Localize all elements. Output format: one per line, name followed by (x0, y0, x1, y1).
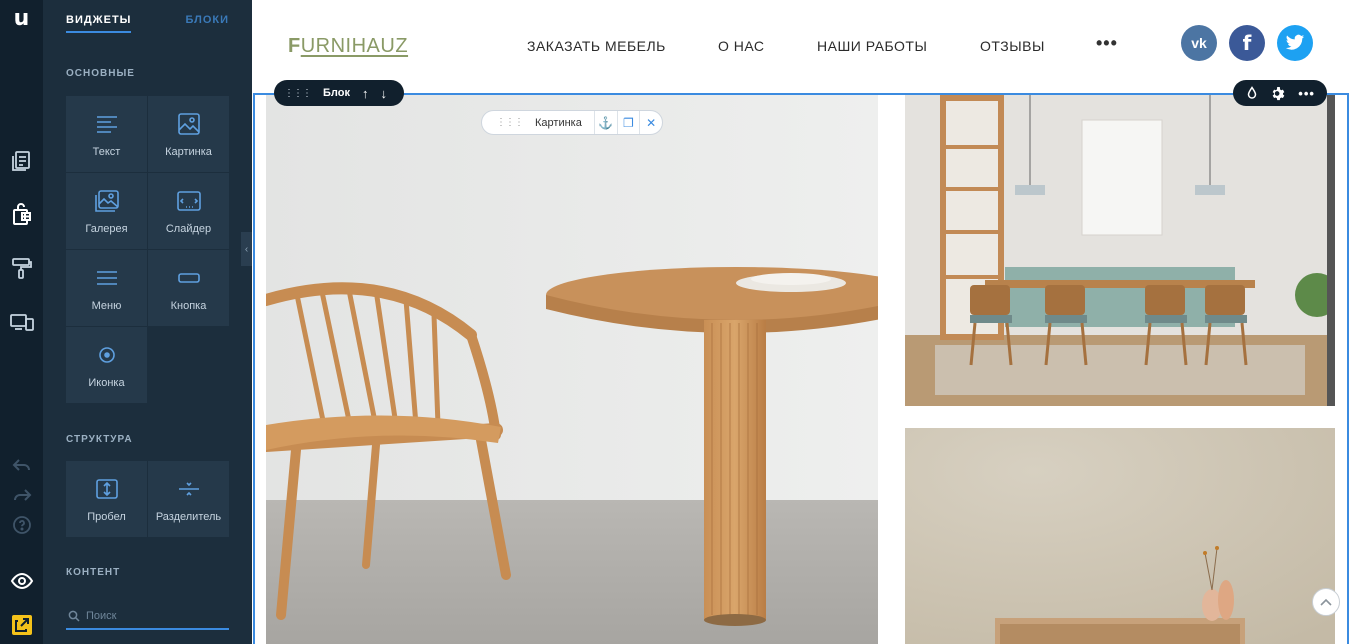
help-icon[interactable] (9, 512, 35, 538)
block-toolbar: ⋮⋮⋮ Блок ↑ ↓ (274, 80, 404, 106)
widget-label: Картинка (165, 146, 212, 158)
menu-icon (96, 271, 117, 285)
widget-label: Слайдер (165, 223, 212, 235)
site-logo-text: URNIHAUZ (300, 35, 409, 57)
button-icon (177, 273, 200, 283)
widget-label: Меню (91, 300, 122, 312)
widget-image[interactable]: Картинка (148, 96, 229, 172)
widget-label: Кнопка (170, 300, 207, 312)
nav-about[interactable]: О НАС (718, 38, 765, 54)
image-widget-label: Картинка (535, 116, 582, 129)
drag-handle-icon[interactable]: ⋮⋮⋮ (284, 88, 312, 99)
widget-gallery[interactable]: Галерея (66, 173, 147, 249)
widget-icon[interactable]: Иконка (66, 327, 147, 403)
tab-blocks[interactable]: БЛОКИ (185, 14, 229, 26)
editor-app: u ВИДЖЕТЫ БЛОКИ ОСНОВНЫЕ Текст Картинка … (0, 0, 1351, 644)
section-content-title: КОНТЕНТ (66, 567, 121, 578)
block-label: Блок (323, 87, 350, 99)
nav-reviews[interactable]: ОТЗЫВЫ (980, 38, 1045, 54)
widgets-icon[interactable] (9, 201, 35, 227)
widget-label: Текст (92, 146, 121, 158)
search-placeholder: Поиск (86, 610, 117, 622)
chevron-up-icon (1320, 598, 1332, 606)
app-logo[interactable]: u (0, 6, 43, 31)
section-structure-title: СТРУКТУРА (66, 434, 133, 445)
left-rail: u (0, 0, 43, 644)
vk-icon[interactable]: vk (1181, 25, 1217, 61)
widget-text[interactable]: Текст (66, 96, 147, 172)
widget-label: Разделитель (155, 511, 222, 523)
panel-tabs: ВИДЖЕТЫ БЛОКИ (66, 14, 229, 36)
anchor-icon[interactable]: ⚓ (593, 111, 617, 134)
scroll-to-top-button[interactable] (1312, 588, 1340, 616)
search-icon (68, 610, 80, 622)
nav-more-button[interactable]: ••• (1096, 33, 1118, 54)
widgets-panel: ВИДЖЕТЫ БЛОКИ ОСНОВНЫЕ Текст Картинка Га… (43, 0, 252, 644)
search-input[interactable]: Поиск (66, 604, 229, 630)
nav-our-works[interactable]: НАШИ РАБОТЫ (817, 38, 927, 54)
design-icon[interactable] (9, 255, 35, 281)
widget-divider[interactable]: Разделитель (148, 461, 229, 537)
more-options-icon[interactable]: ••• (1298, 86, 1315, 101)
move-up-icon[interactable]: ↑ (362, 86, 369, 101)
nav-order-furniture[interactable]: ЗАКАЗАТЬ МЕБЕЛЬ (527, 38, 666, 54)
text-icon (96, 116, 117, 133)
pages-icon[interactable] (9, 148, 35, 174)
devices-icon[interactable] (9, 309, 35, 335)
widget-spacer[interactable]: Пробел (66, 461, 147, 537)
close-icon[interactable]: ✕ (639, 111, 662, 134)
tab-widgets[interactable]: ВИДЖЕТЫ (66, 14, 132, 33)
twitter-icon[interactable] (1277, 25, 1313, 61)
duplicate-icon[interactable]: ❐ (616, 111, 640, 134)
facebook-icon[interactable]: f (1229, 25, 1265, 61)
section-basic-title: ОСНОВНЫЕ (66, 68, 135, 79)
image-widget-toolbar: ⋮⋮⋮ Картинка ⚓ ❐ ✕ (481, 110, 663, 135)
color-drop-icon[interactable] (1245, 86, 1259, 100)
gallery-icon (94, 190, 119, 212)
move-down-icon[interactable]: ↓ (380, 86, 387, 101)
image-drag-handle-icon[interactable]: ⋮⋮⋮ (496, 117, 524, 128)
widget-menu[interactable]: Меню (66, 250, 147, 326)
widget-label: Галерея (85, 223, 128, 235)
widget-button[interactable]: Кнопка (148, 250, 229, 326)
site-logo[interactable]: FURNIHAUZ (288, 35, 408, 58)
widget-label: Иконка (88, 377, 125, 389)
publish-icon[interactable] (9, 612, 35, 638)
gear-icon[interactable] (1271, 86, 1286, 101)
redo-icon[interactable] (9, 482, 35, 508)
preview-icon[interactable] (9, 568, 35, 594)
spacer-icon (95, 479, 118, 499)
image-icon (177, 113, 200, 135)
site-logo-initial: F (288, 35, 301, 57)
widget-label: Пробел (87, 511, 126, 523)
collapse-panel-handle[interactable]: ‹ (241, 232, 252, 266)
icon-widget-icon (98, 347, 115, 363)
block-settings-toolbar: ••• (1233, 80, 1327, 106)
slider-icon (176, 191, 201, 211)
divider-icon (178, 482, 199, 496)
selected-block-frame (253, 93, 1349, 644)
widget-slider[interactable]: Слайдер (148, 173, 229, 249)
undo-icon[interactable] (9, 452, 35, 478)
